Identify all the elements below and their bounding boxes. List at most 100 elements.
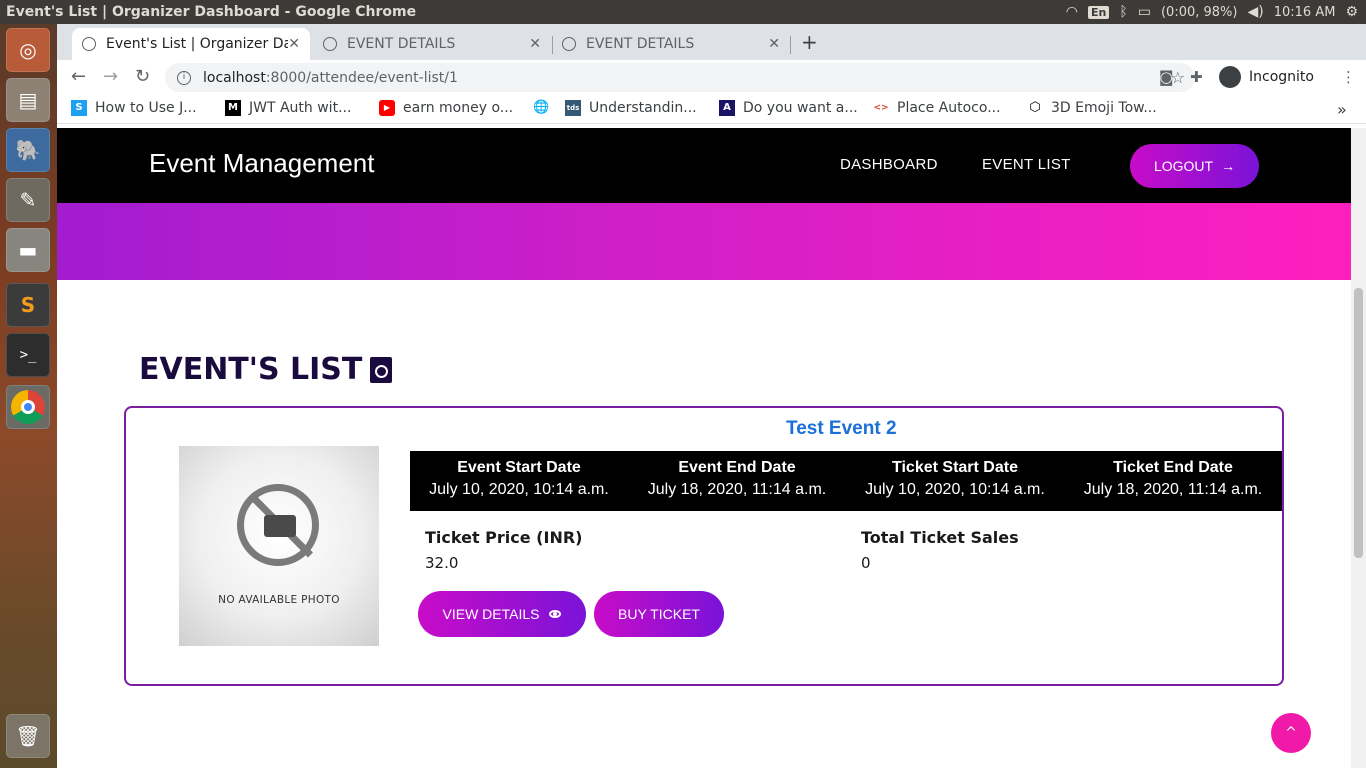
postgres-elephant-icon[interactable]: 🐘	[6, 128, 50, 172]
os-top-panel: Event's List | Organizer Dashboard - Goo…	[0, 0, 1366, 24]
new-tab-button[interactable]: +	[801, 30, 818, 54]
date-column: Event Start Date July 10, 2020, 10:14 a.…	[410, 451, 628, 511]
scrollbar-thumb[interactable]	[1354, 288, 1363, 558]
back-to-top-button[interactable]: ^	[1271, 713, 1311, 753]
bookmark-item[interactable]: M JWT Auth wit...	[225, 100, 351, 116]
settings-gear-icon[interactable]: ⚙	[1345, 4, 1358, 20]
no-photo-text: NO AVAILABLE PHOTO	[218, 594, 340, 606]
address-bar[interactable]: i localhost:8000/attendee/event-list/1 ☆	[165, 63, 1195, 92]
browser-toolbar: ← → ↻ i localhost:8000/attendee/event-li…	[57, 60, 1366, 94]
disk-icon[interactable]: ▬	[6, 228, 50, 272]
logout-button[interactable]: LOGOUT →	[1130, 144, 1259, 188]
buy-ticket-button[interactable]: BUY TICKET	[594, 591, 724, 637]
event-dates-table: Event Start Date July 10, 2020, 10:14 a.…	[410, 451, 1282, 511]
ticket-sales-label: Total Ticket Sales	[861, 528, 1019, 547]
file-search-icon	[370, 356, 393, 383]
reload-icon[interactable]: ↻	[135, 66, 150, 87]
tab-event-details[interactable]: EVENT DETAILS ✕	[313, 28, 551, 60]
date-column: Event End Date July 18, 2020, 11:14 a.m.	[628, 451, 846, 511]
tab-label: Event's List | Organizer Da	[106, 36, 289, 52]
files-icon[interactable]: ▤	[6, 78, 50, 122]
wifi-icon[interactable]: ◠	[1066, 4, 1078, 20]
ubuntu-dash-icon[interactable]: ◎	[6, 28, 50, 72]
forward-arrow-icon[interactable]: →	[103, 66, 118, 87]
bookmark-item[interactable]: S How to Use J...	[71, 100, 197, 116]
clock[interactable]: 10:16 AM	[1274, 5, 1336, 20]
sublime-text-icon[interactable]: S	[6, 283, 50, 327]
bookmark-label: JWT Auth wit...	[249, 100, 352, 116]
bookmark-label: 3D Emoji Tow...	[1051, 100, 1157, 116]
color-picker-icon[interactable]: ✎	[6, 178, 50, 222]
bookmark-item[interactable]: ▶ earn money o...	[379, 100, 513, 116]
bookmark-item[interactable]: A Do you want a...	[719, 100, 858, 116]
bookmark-favicon: 🌐	[533, 100, 550, 115]
date-column: Ticket Start Date July 10, 2020, 10:14 a…	[846, 451, 1064, 511]
logout-label: LOGOUT	[1153, 158, 1214, 174]
launcher: ◎ ▤ 🐘 ✎ ▬ S >_ 🗑	[0, 24, 57, 768]
buy-ticket-label: BUY TICKET	[618, 606, 700, 622]
bookmark-label: How to Use J...	[95, 100, 197, 116]
eye-icon	[549, 610, 562, 618]
close-tab-icon[interactable]: ✕	[288, 36, 300, 52]
event-name[interactable]: Test Event 2	[786, 418, 897, 440]
date-header: Ticket Start Date	[892, 459, 1018, 476]
tab-separator	[790, 36, 791, 54]
bookmark-favicon: M	[225, 100, 241, 116]
chrome-icon[interactable]	[6, 385, 50, 429]
chevron-up-icon: ^	[1285, 725, 1297, 741]
bookmark-item[interactable]: <> Place Autoco...	[873, 100, 1000, 116]
volume-icon[interactable]: ◀)	[1247, 4, 1263, 20]
bookmarks-overflow-button[interactable]: »	[1337, 100, 1347, 119]
incognito-indicator[interactable]: Incognito	[1215, 64, 1324, 90]
battery-status[interactable]: (0:00, 98%)	[1161, 5, 1238, 20]
site-info-icon[interactable]: i	[177, 70, 191, 85]
ticket-price-label: Ticket Price (INR)	[425, 528, 583, 547]
date-value: July 10, 2020, 10:14 a.m.	[865, 481, 1045, 498]
page-scrollbar[interactable]	[1351, 128, 1366, 768]
tab-strip: Event's List | Organizer Da ✕ EVENT DETA…	[57, 24, 1366, 60]
bookmark-favicon: S	[71, 100, 87, 116]
extensions-puzzle-icon[interactable]: ✚	[1190, 68, 1203, 86]
close-tab-icon[interactable]: ✕	[529, 36, 541, 52]
tab-label: EVENT DETAILS	[347, 36, 456, 52]
bookmark-favicon: ⬡	[1029, 100, 1041, 115]
view-details-button[interactable]: VIEW DETAILS	[418, 591, 586, 637]
page-title: EVENT'S LIST	[139, 352, 393, 387]
nav-event-list-link[interactable]: EVENT LIST	[982, 156, 1071, 173]
tab-event-details-2[interactable]: EVENT DETAILS ✕	[552, 28, 790, 60]
back-arrow-icon[interactable]: ←	[71, 66, 86, 87]
date-column: Ticket End Date July 18, 2020, 11:14 a.m…	[1064, 451, 1282, 511]
battery-icon[interactable]: ▭	[1138, 4, 1151, 20]
event-photo-placeholder: NO AVAILABLE PHOTO	[179, 446, 379, 646]
ticket-price-value: 32.0	[425, 554, 459, 572]
url-path: :8000/attendee/event-list/1	[265, 69, 458, 86]
bookmark-item[interactable]: tds Understandin...	[565, 100, 697, 116]
tab-events-list[interactable]: Event's List | Organizer Da ✕	[72, 28, 310, 60]
more-menu-icon[interactable]: ⋮	[1341, 68, 1356, 86]
camera-icon[interactable]: ◙	[1159, 68, 1174, 86]
keyboard-indicator[interactable]: En	[1087, 5, 1110, 19]
bluetooth-icon[interactable]: ᛒ	[1119, 4, 1127, 20]
bookmark-label: Do you want a...	[743, 100, 858, 116]
bookmark-item[interactable]: ⬡ 3D Emoji Tow...	[1027, 100, 1157, 116]
trash-icon[interactable]: 🗑	[6, 714, 50, 758]
globe-icon	[323, 37, 337, 51]
date-header: Event End Date	[678, 459, 796, 476]
incognito-icon	[1219, 66, 1241, 88]
arrow-right-icon: →	[1221, 158, 1236, 174]
no-photo-icon	[237, 484, 319, 566]
bookmark-favicon: A	[719, 100, 735, 116]
system-tray: ◠ En ᛒ ▭ (0:00, 98%) ◀) 10:16 AM ⚙	[1066, 4, 1366, 20]
ticket-sales-value: 0	[861, 554, 871, 572]
bookmark-item[interactable]: 🌐	[533, 100, 557, 116]
site-brand[interactable]: Event Management	[149, 148, 374, 179]
date-value: July 18, 2020, 11:14 a.m.	[647, 481, 827, 498]
terminal-icon[interactable]: >_	[6, 333, 50, 377]
close-tab-icon[interactable]: ✕	[768, 36, 780, 52]
web-page: Event Management DASHBOARD EVENT LIST LO…	[57, 128, 1351, 768]
page-title-text: EVENT'S LIST	[139, 352, 363, 387]
url-host: localhost	[203, 69, 266, 86]
nav-dashboard-link[interactable]: DASHBOARD	[840, 156, 938, 173]
date-header: Ticket End Date	[1113, 459, 1233, 476]
window-title: Event's List | Organizer Dashboard - Goo…	[6, 4, 417, 20]
